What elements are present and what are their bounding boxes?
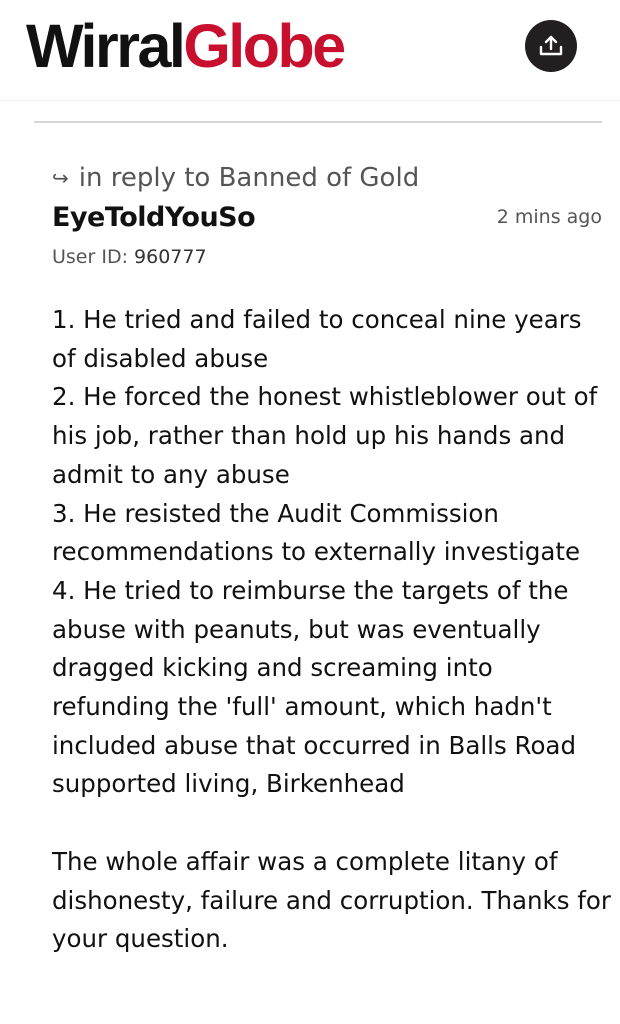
comment-body-line: 3. He resisted the Audit Commission reco… <box>52 498 581 567</box>
comment-closing: The whole affair was a complete litany o… <box>52 846 611 954</box>
comment-body-line: 2. He forced the honest whistleblower ou… <box>52 382 598 489</box>
author-row: EyeToldYouSo 2 mins ago <box>52 198 604 240</box>
comment-body-line: 4. He tried to reimburse the targets of … <box>52 575 576 799</box>
user-id: User ID: 960777 <box>52 240 604 274</box>
share-upload-icon <box>539 35 563 56</box>
comment-author[interactable]: EyeToldYouSo <box>52 198 256 238</box>
comment-timestamp: 2 mins ago <box>496 206 602 228</box>
site-header: WirralGlobe <box>0 0 620 101</box>
logo-text-wirral: Wirral <box>26 12 186 80</box>
user-id-label: User ID: <box>52 246 135 268</box>
user-id-value: 960777 <box>134 246 207 268</box>
wirral-globe-logo[interactable]: WirralGlobe <box>26 8 346 84</box>
comment-body-line: 1. He tried and failed to conceal nine y… <box>52 305 582 373</box>
reply-target-name[interactable]: Banned of Gold <box>219 163 420 193</box>
logo-text-globe: Globe <box>183 12 346 80</box>
reply-prefix: in reply to <box>78 163 219 193</box>
share-button[interactable] <box>525 20 577 72</box>
reply-arrow-icon: ↪ <box>52 166 69 190</box>
comment: ↪ in reply to Banned of Gold EyeToldYouSo… <box>52 158 611 959</box>
section-divider <box>34 121 602 123</box>
comment-body: 1. He tried and failed to conceal nine y… <box>52 301 612 959</box>
reply-context[interactable]: ↪ in reply to Banned of Gold <box>52 158 604 198</box>
